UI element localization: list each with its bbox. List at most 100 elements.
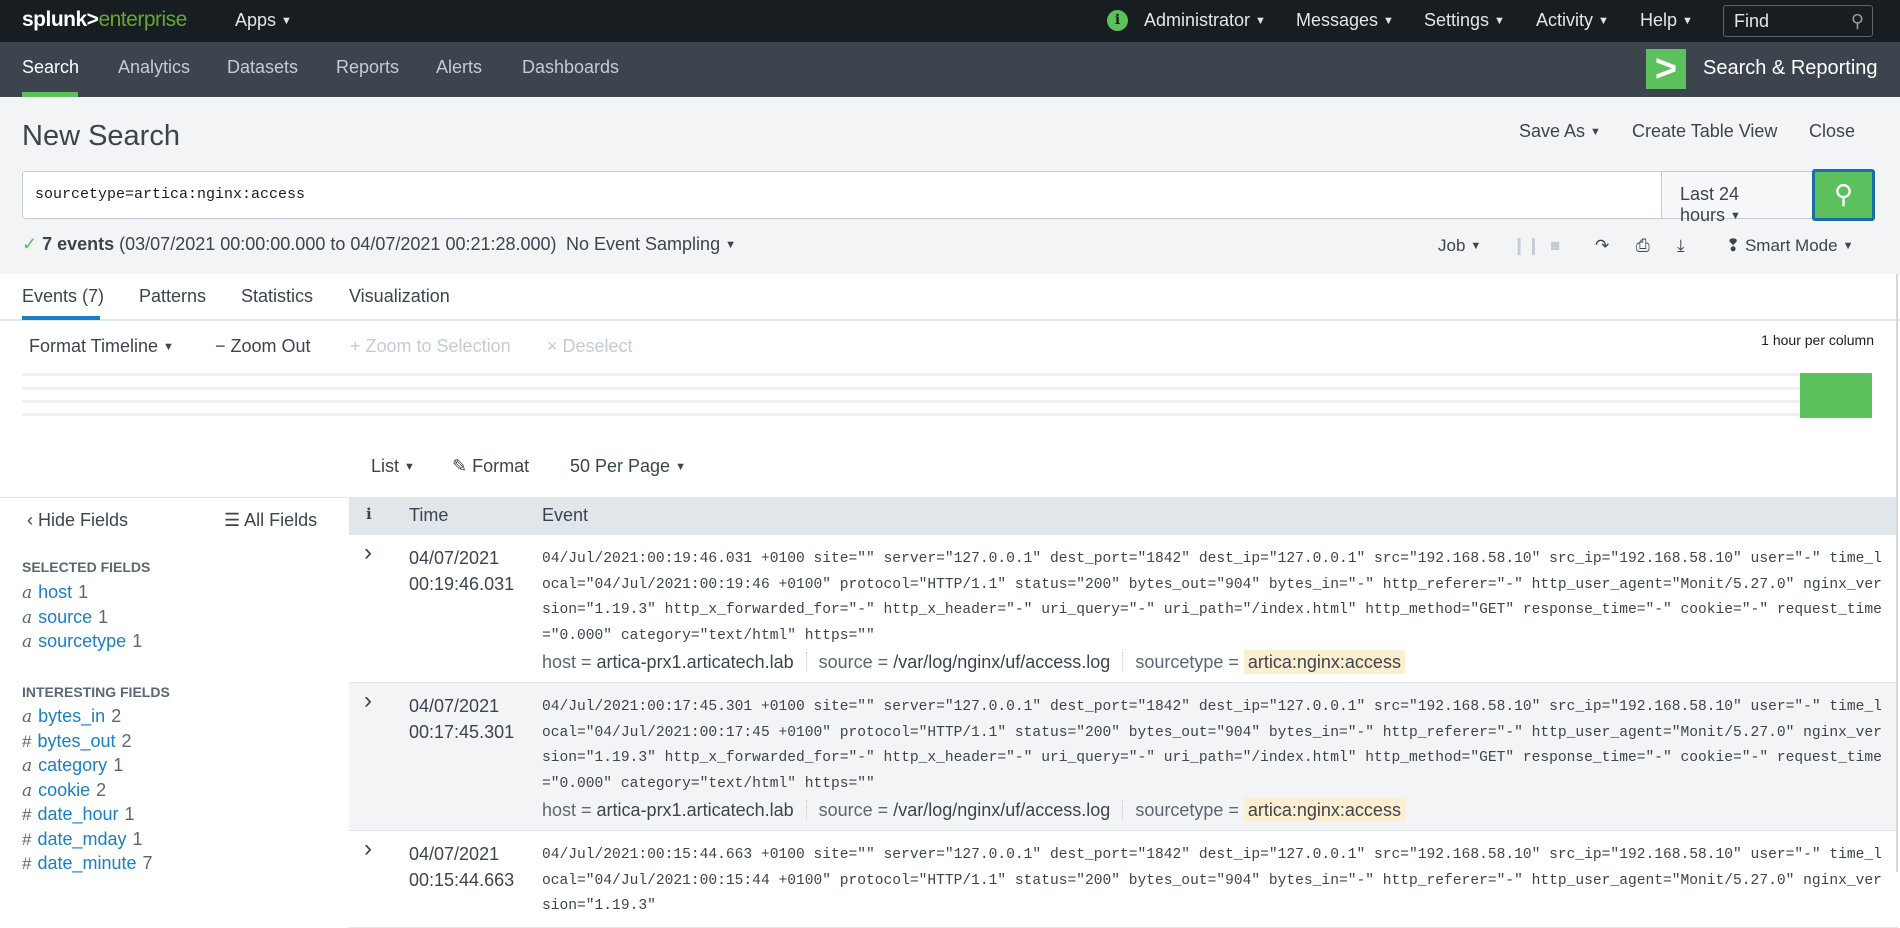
expand-chevron-icon[interactable]: ›: [364, 687, 372, 715]
meta-value-host[interactable]: artica-prx1.articatech.lab: [597, 652, 794, 672]
event-clock: 00:15:44.663: [409, 870, 515, 890]
search-mode-dropdown[interactable]: ❢ Smart Mode ▼: [1726, 236, 1853, 256]
search-input[interactable]: sourcetype=artica:nginx:access: [22, 171, 1662, 219]
event-raw-text: 04/Jul/2021:00:15:44.663 +0100 site="" s…: [542, 847, 1882, 914]
field-item[interactable]: a bytes_in 2: [22, 706, 121, 727]
table-row: › 04/07/2021 00:15:44.663 04/Jul/2021:00:15…: [349, 831, 1898, 928]
administrator-menu[interactable]: Administrator ▼: [1144, 10, 1266, 31]
meta-value-host[interactable]: artica-prx1.articatech.lab: [597, 800, 794, 820]
time-range-picker[interactable]: Last 24 hours ▼: [1661, 171, 1813, 225]
events-table: i Time Event › 04/07/2021 00:19:46.031 04/J…: [349, 497, 1898, 928]
apps-menu[interactable]: Apps ▼: [235, 10, 292, 31]
expand-chevron-icon[interactable]: ›: [364, 835, 372, 863]
nav-analytics[interactable]: Analytics: [118, 57, 190, 78]
time-range-text: (03/07/2021 00:00:00.000 to 04/07/2021 0…: [119, 234, 557, 254]
event-clock: 00:17:45.301: [409, 722, 515, 742]
menu-label: Help: [1640, 10, 1678, 30]
zoom-sel-label: Zoom to Selection: [365, 336, 511, 356]
field-item[interactable]: # date_minute 7: [22, 853, 153, 874]
splunk-logo[interactable]: splunk>enterprise: [22, 8, 187, 32]
format-button[interactable]: ✎ Format: [452, 456, 529, 477]
string-type-icon: a: [22, 756, 33, 776]
tab-visualization[interactable]: Visualization: [349, 286, 450, 307]
run-search-button[interactable]: ⚲: [1812, 169, 1875, 221]
event-time[interactable]: 04/07/2021 00:15:44.663: [409, 841, 529, 893]
number-type-icon: #: [22, 854, 32, 873]
field-item[interactable]: a source 1: [22, 607, 108, 628]
print-icon[interactable]: ⎙: [1636, 236, 1650, 256]
field-item[interactable]: # date_mday 1: [22, 829, 143, 850]
meta-value-sourcetype[interactable]: artica:nginx:access: [1243, 650, 1405, 674]
page-title: New Search: [22, 120, 180, 152]
settings-menu[interactable]: Settings ▼: [1424, 10, 1505, 31]
field-item[interactable]: # date_hour 1: [22, 804, 135, 825]
meta-value-source[interactable]: /var/log/nginx/uf/access.log: [893, 800, 1110, 820]
hide-fields-button[interactable]: ‹ Hide Fields: [27, 510, 128, 531]
save-as-button[interactable]: Save As ▼: [1519, 121, 1601, 142]
field-count: 1: [132, 631, 143, 651]
messages-menu[interactable]: Messages ▼: [1296, 10, 1394, 31]
active-tab-indicator: [22, 316, 100, 320]
close-button[interactable]: Close: [1809, 121, 1855, 142]
meta-separator: [805, 652, 807, 672]
event-time[interactable]: 04/07/2021 00:19:46.031: [409, 545, 529, 597]
field-item[interactable]: a sourcetype 1: [22, 631, 142, 652]
gridline: [22, 387, 1872, 390]
stop-icon[interactable]: ■: [1550, 236, 1560, 256]
pause-icon[interactable]: ❙❙: [1512, 236, 1541, 256]
nav-reports[interactable]: Reports: [336, 57, 399, 78]
timeline-bar[interactable]: [1800, 373, 1872, 418]
caret-down-icon: ▼: [675, 461, 686, 473]
meta-value-sourcetype[interactable]: artica:nginx:access: [1243, 798, 1405, 822]
gridline: [22, 413, 1872, 416]
time-column-header[interactable]: Time: [409, 505, 448, 526]
field-item[interactable]: a category 1: [22, 755, 123, 776]
menu-label: Settings: [1424, 10, 1490, 30]
zoom-out-button[interactable]: − Zoom Out: [215, 336, 311, 357]
job-menu[interactable]: Job ▼: [1438, 236, 1481, 256]
pencil-icon: ✎: [452, 456, 473, 476]
tab-statistics[interactable]: Statistics: [241, 286, 313, 307]
all-fields-label: All Fields: [244, 510, 318, 530]
meta-separator: [805, 800, 807, 820]
interesting-fields-header: INTERESTING FIELDS: [22, 684, 170, 700]
export-icon[interactable]: ⤓: [1677, 236, 1685, 256]
tab-events[interactable]: Events (7): [22, 286, 104, 307]
find-input[interactable]: Find ⚲: [1723, 5, 1873, 37]
help-menu[interactable]: Help ▼: [1640, 10, 1693, 31]
meta-value-source[interactable]: /var/log/nginx/uf/access.log: [893, 652, 1110, 672]
share-icon[interactable]: ↷: [1595, 236, 1609, 256]
nav-datasets[interactable]: Datasets: [227, 57, 298, 78]
list-view-dropdown[interactable]: List ▼: [371, 456, 415, 477]
all-fields-button[interactable]: ☰ All Fields: [224, 510, 317, 531]
info-icon[interactable]: i: [1107, 10, 1128, 31]
event-sampling-dropdown[interactable]: No Event Sampling ▼: [566, 234, 736, 255]
field-item[interactable]: a cookie 2: [22, 780, 106, 801]
string-type-icon: a: [22, 632, 33, 652]
field-item[interactable]: # bytes_out 2: [22, 731, 132, 752]
scrollbar[interactable]: [1896, 274, 1898, 872]
deselect-button[interactable]: × Deselect: [547, 336, 633, 357]
create-table-view-button[interactable]: Create Table View: [1632, 121, 1777, 142]
logo-text-b: enterprise: [98, 8, 187, 31]
timeline-chart[interactable]: [22, 373, 1872, 419]
caret-down-icon: ▼: [1470, 240, 1482, 252]
x-icon: ×: [547, 336, 563, 356]
caret-down-icon: ▼: [163, 341, 174, 353]
tab-patterns[interactable]: Patterns: [139, 286, 206, 307]
format-timeline-button[interactable]: Format Timeline ▼: [29, 336, 174, 357]
expand-chevron-icon[interactable]: ›: [364, 539, 372, 567]
job-status: ✓ 7 events (03/07/2021 00:00:00.000 to 0…: [22, 234, 557, 255]
field-count: 2: [111, 706, 122, 726]
field-item[interactable]: a host 1: [22, 582, 88, 603]
nav-search[interactable]: Search: [22, 57, 79, 78]
activity-menu[interactable]: Activity ▼: [1536, 10, 1609, 31]
nav-alerts[interactable]: Alerts: [436, 57, 482, 78]
per-page-dropdown[interactable]: 50 Per Page ▼: [570, 456, 686, 477]
nav-dashboards[interactable]: Dashboards: [522, 57, 619, 78]
field-name: category: [38, 755, 108, 775]
event-column-header: Event: [542, 505, 589, 525]
zoom-to-selection-button[interactable]: + Zoom to Selection: [350, 336, 511, 357]
meta-label-source: source =: [818, 800, 894, 820]
event-time[interactable]: 04/07/2021 00:17:45.301: [409, 693, 529, 745]
